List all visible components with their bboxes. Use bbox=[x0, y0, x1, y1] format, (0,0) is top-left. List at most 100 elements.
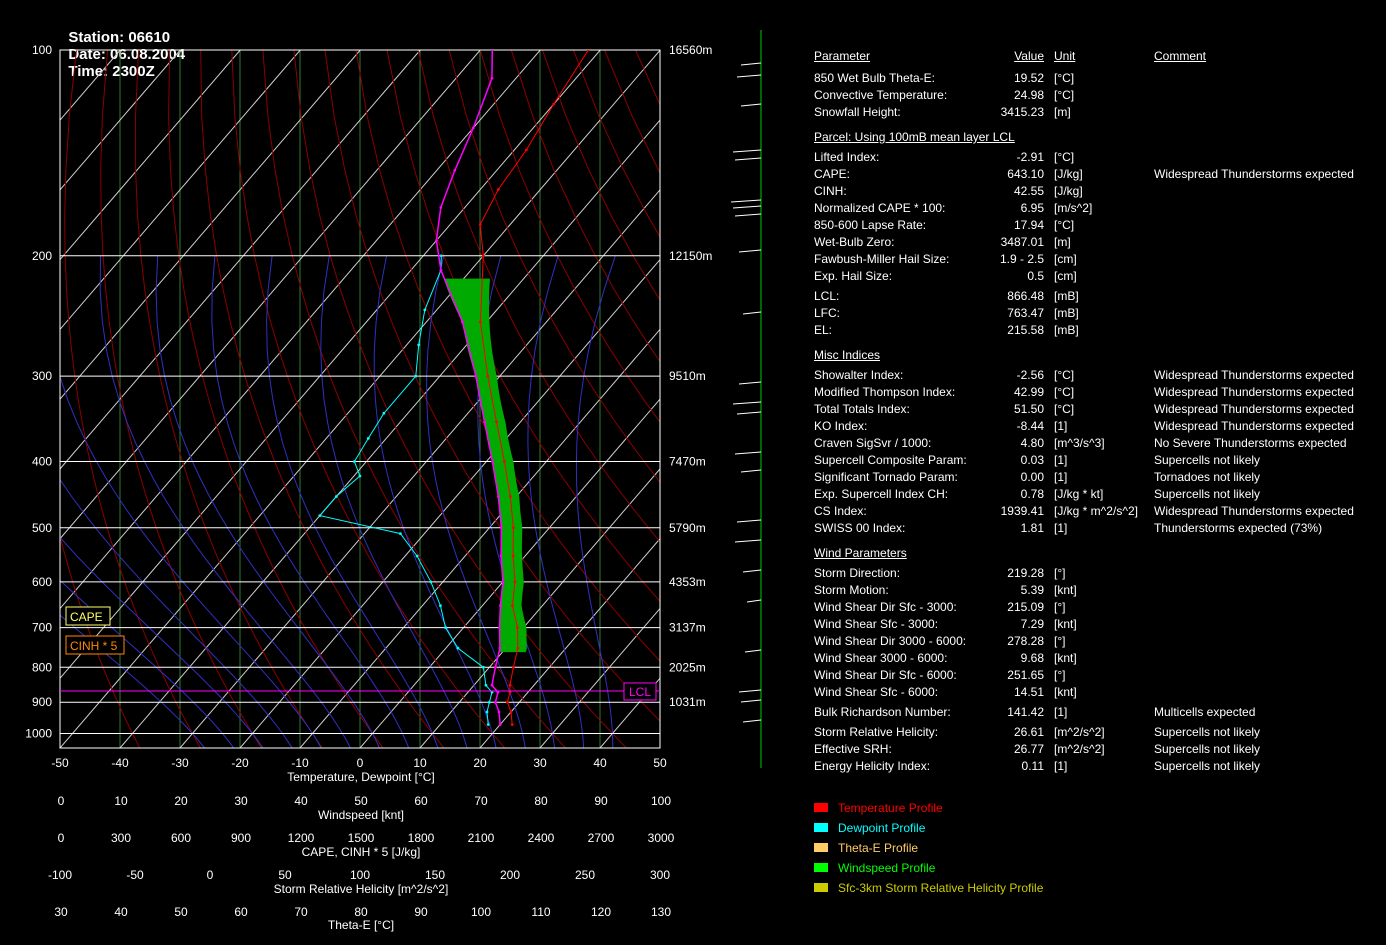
parcel-line-point bbox=[494, 665, 497, 669]
parameter-value: 3487.01 bbox=[1000, 235, 1044, 249]
parameter-unit: [m] bbox=[1054, 105, 1071, 119]
secondary-tick-srh: 150 bbox=[425, 868, 445, 882]
x-tick-label: 40 bbox=[593, 756, 607, 770]
parameter-name: Total Totals Index: bbox=[814, 402, 910, 416]
secondary-tick-windspeed: 50 bbox=[354, 794, 368, 808]
secondary-axis-label-windspeed: Windspeed [knt] bbox=[318, 808, 404, 822]
dry-adiabat-line bbox=[293, 50, 627, 748]
wind-barb bbox=[744, 649, 762, 653]
parameter-name: LFC: bbox=[814, 306, 841, 320]
secondary-tick-cape: 900 bbox=[231, 831, 251, 845]
parameter-unit: [mB] bbox=[1054, 289, 1079, 303]
parameter-name: Wind Shear Dir 3000 - 6000: bbox=[814, 634, 967, 648]
parameter-value: 141.42 bbox=[1007, 705, 1044, 719]
parameter-unit: Unit bbox=[1054, 49, 1076, 63]
parameter-value: -8.44 bbox=[1016, 419, 1044, 433]
parameter-name: CAPE: bbox=[814, 167, 851, 181]
dewpoint-line-point bbox=[444, 626, 447, 630]
wind-barb bbox=[738, 249, 762, 253]
parameter-name: 850 Wet Bulb Theta-E: bbox=[814, 71, 935, 85]
secondary-tick-srh: 200 bbox=[500, 868, 520, 882]
temperature-line-point bbox=[508, 495, 512, 498]
parameter-name: Exp. Supercell Index CH: bbox=[814, 487, 949, 501]
parcel-line-point bbox=[483, 420, 486, 424]
parcel-line-point bbox=[490, 460, 494, 463]
dewpoint-line-point bbox=[382, 411, 386, 415]
parcel-line-point bbox=[490, 683, 494, 687]
wind-barb bbox=[734, 539, 762, 543]
parameter-name: Wind Shear Sfc - 3000: bbox=[814, 617, 939, 631]
parcel-line-point bbox=[460, 320, 464, 324]
temperature-line-point bbox=[586, 50, 590, 52]
secondary-tick-cape: 1500 bbox=[348, 831, 375, 845]
pressure-label: 300 bbox=[32, 369, 52, 383]
parameter-unit: [°] bbox=[1054, 634, 1066, 648]
secondary-tick-cape: 2700 bbox=[588, 831, 615, 845]
height-label: 7470m bbox=[669, 455, 706, 469]
parameter-unit: [J/kg] bbox=[1054, 167, 1083, 181]
parameter-name: Significant Tornado Param: bbox=[814, 470, 958, 484]
skew-t-chart: 100200300400500600700800900100016560m121… bbox=[25, 30, 770, 932]
secondary-tick-theta_e: 120 bbox=[591, 905, 611, 919]
parameter-name: Energy Helicity Index: bbox=[814, 759, 931, 773]
parameter-name: Snowfall Height: bbox=[814, 105, 901, 119]
parameter-comment: Widespread Thunderstorms expected bbox=[1154, 167, 1354, 181]
secondary-tick-cape: 300 bbox=[111, 831, 131, 845]
isotherm-line bbox=[599, 677, 660, 748]
dewpoint-line-point bbox=[366, 436, 370, 440]
parameter-unit: [mB] bbox=[1054, 323, 1079, 337]
isotherm-line bbox=[720, 50, 770, 748]
dewpoint-line-point bbox=[439, 604, 442, 608]
parameter-name: SWISS 00 Index: bbox=[814, 521, 906, 535]
parcel-line-point bbox=[498, 626, 501, 630]
dewpoint-line-point bbox=[485, 710, 489, 714]
parameter-name: Storm Motion: bbox=[814, 583, 889, 597]
parcel-line-point bbox=[474, 374, 478, 378]
parameter-name: CINH: bbox=[814, 184, 847, 198]
parameter-unit: [1] bbox=[1054, 419, 1068, 433]
parcel-line-point bbox=[493, 700, 497, 704]
secondary-tick-theta_e: 60 bbox=[234, 905, 248, 919]
parameter-unit: [mB] bbox=[1054, 306, 1079, 320]
parameter-value: 42.99 bbox=[1013, 385, 1044, 399]
secondary-tick-theta_e: 50 bbox=[174, 905, 188, 919]
isotherm-line bbox=[539, 607, 660, 748]
cape-area bbox=[443, 278, 527, 653]
parameter-value: 42.55 bbox=[1013, 184, 1044, 198]
x-tick-label: -50 bbox=[51, 756, 69, 770]
secondary-tick-theta_e: 90 bbox=[414, 905, 428, 919]
parameter-value: 215.09 bbox=[1007, 600, 1044, 614]
legend-label: Windspeed Profile bbox=[838, 861, 936, 875]
parameter-name: 850-600 Lapse Rate: bbox=[814, 218, 927, 232]
secondary-tick-theta_e: 30 bbox=[54, 905, 68, 919]
parcel-line-point bbox=[439, 268, 443, 272]
wind-barb bbox=[740, 699, 762, 703]
legend-label: Temperature Profile bbox=[838, 801, 943, 815]
height-label: 4353m bbox=[669, 575, 706, 589]
dry-adiabat-line bbox=[729, 50, 770, 748]
parameter-unit: [m^2/s^2] bbox=[1054, 742, 1105, 756]
parameter-comment: Supercells not likely bbox=[1154, 453, 1261, 467]
moist-adiabat-line bbox=[60, 374, 322, 748]
section-title: Misc Indices bbox=[814, 348, 881, 362]
secondary-tick-cape: 1200 bbox=[288, 831, 315, 845]
secondary-tick-srh: 250 bbox=[575, 868, 595, 882]
legend-swatch bbox=[814, 803, 828, 812]
secondary-axis-label-cape: CAPE, CINH * 5 [J/kg] bbox=[302, 845, 421, 859]
parameter-value: 9.68 bbox=[1020, 651, 1044, 665]
height-label: 3137m bbox=[669, 621, 706, 635]
secondary-tick-cape: 600 bbox=[171, 831, 191, 845]
secondary-tick-theta_e: 130 bbox=[651, 905, 671, 919]
wind-barb bbox=[732, 205, 762, 209]
x-tick-label: 0 bbox=[357, 756, 364, 770]
dry-adiabat-line bbox=[541, 50, 660, 301]
height-label: 16560m bbox=[669, 43, 712, 57]
dewpoint-line-point bbox=[398, 532, 402, 536]
section-title: Parcel: Using 100mB mean layer LCL bbox=[814, 130, 1015, 144]
isotherm-line bbox=[419, 468, 660, 748]
secondary-tick-windspeed: 100 bbox=[651, 794, 671, 808]
secondary-tick-windspeed: 60 bbox=[414, 794, 428, 808]
dry-adiabat-line bbox=[355, 50, 660, 662]
parameter-comment: Widespread Thunderstorms expected bbox=[1154, 419, 1354, 433]
section-title: Wind Parameters bbox=[814, 546, 907, 560]
